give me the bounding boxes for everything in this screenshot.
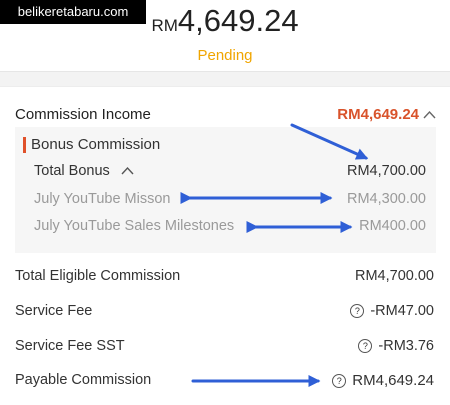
annotation-arrows xyxy=(180,123,369,387)
arrow-annotation xyxy=(290,123,369,160)
